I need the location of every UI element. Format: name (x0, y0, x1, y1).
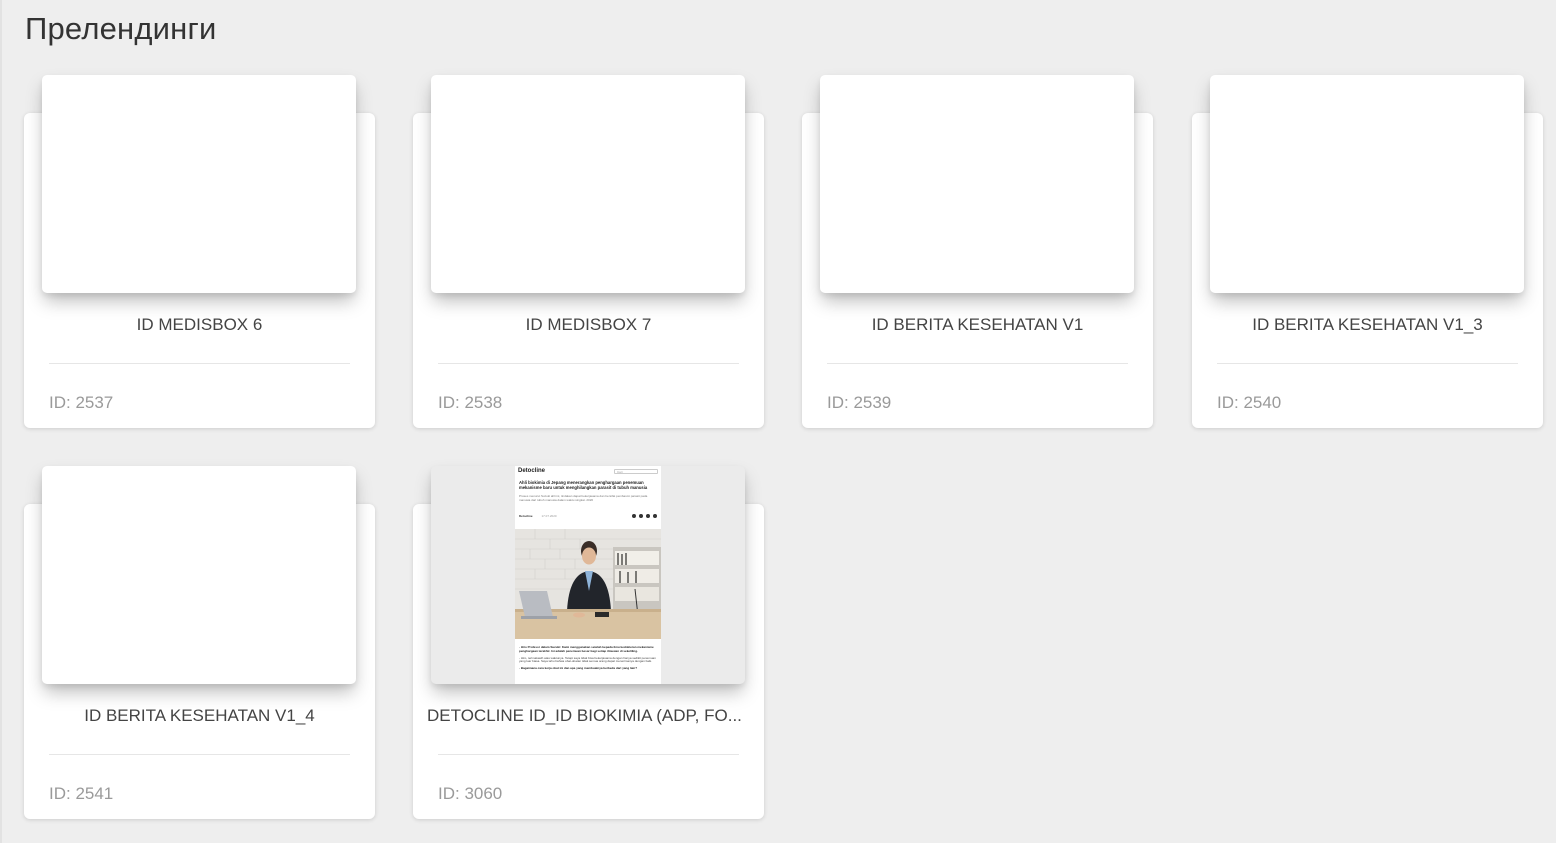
card-divider (827, 363, 1128, 364)
card-divider (438, 363, 739, 364)
article-paragraph: - Bagaimana cara kerja obat ini dan apa … (519, 666, 638, 671)
card-title: ID BERITA KESEHATAN V1 (871, 315, 1084, 334)
card-thumbnail-preview[interactable]: Detocline Cari Ahli biokimia di Jepang m… (431, 466, 745, 684)
article-headline: Ahli biokimia di Jepang menerangkan peng… (519, 480, 648, 490)
prelanding-card[interactable]: ID MEDISBOX 6 ID: 2537 (24, 75, 375, 428)
article-paragraph: - Hiro Profesor dalam Suzuki: Kami mengg… (519, 645, 654, 653)
article-brand: Detocline (518, 468, 546, 474)
twitter-icon (646, 514, 650, 518)
article-date: 17.07.2020 (541, 514, 557, 518)
prelanding-card[interactable]: ID BERITA KESEHATAN V1_4 ID: 2541 (24, 466, 375, 819)
article-lead: Proses menurut Suzuki ahli ini, tindakan… (519, 494, 648, 502)
prelanding-card[interactable]: ID BERITA KESEHATAN V1_3 ID: 2540 (1192, 75, 1543, 428)
share-icons (632, 514, 657, 518)
whatsapp-icon (653, 514, 657, 518)
card-id: ID: 2540 (1217, 393, 1282, 412)
prelanding-page: Прелендинги ID MEDISBOX 6 ID: 2537 ID ME… (0, 0, 1556, 843)
article-preview: Detocline Cari Ahli biokimia di Jepang m… (515, 466, 661, 684)
prelanding-card[interactable]: ID MEDISBOX 7 ID: 2538 (413, 75, 764, 428)
card-divider (1217, 363, 1518, 364)
article-meta: Detocline 17.07.2020 (519, 513, 657, 519)
card-title: ID BERITA KESEHATAN V1_4 (84, 706, 315, 725)
card-thumbnail[interactable] (431, 75, 745, 293)
page-title: Прелендинги (25, 11, 217, 46)
article-author: Detocline (519, 514, 533, 518)
card-title: DETOCLINE ID_ID BIOKIMIA (ADP, FO... (427, 706, 742, 725)
card-title: ID MEDISBOX 7 (525, 315, 652, 334)
card-title: ID MEDISBOX 6 (136, 315, 263, 334)
article-body: - Hiro Profesor dalam Suzuki: Kami mengg… (519, 645, 657, 674)
card-id: ID: 2538 (438, 393, 503, 412)
card-divider (49, 754, 350, 755)
card-thumbnail[interactable] (1210, 75, 1524, 293)
card-thumbnail[interactable] (820, 75, 1134, 293)
article-search-field: Cari (614, 468, 658, 474)
facebook-icon (632, 514, 636, 518)
messenger-icon (639, 514, 643, 518)
card-id: ID: 2539 (827, 393, 892, 412)
card-divider (438, 754, 739, 755)
card-id: ID: 2541 (49, 784, 114, 803)
card-divider (49, 363, 350, 364)
article-header: Detocline Cari (515, 466, 661, 476)
card-thumbnail[interactable] (42, 466, 356, 684)
card-id: ID: 2537 (49, 393, 114, 412)
prelanding-card[interactable]: ID BERITA KESEHATAN V1 ID: 2539 (802, 75, 1153, 428)
prelanding-card[interactable]: Detocline Cari Ahli biokimia di Jepang m… (413, 466, 764, 819)
article-paragraph: - Hiro, terimakasih atas waktunya. Tetap… (519, 655, 656, 664)
card-id: ID: 3060 (438, 784, 503, 803)
card-title: ID BERITA KESEHATAN V1_3 (1252, 315, 1483, 334)
card-thumbnail[interactable] (42, 75, 356, 293)
article-photo (515, 529, 661, 639)
